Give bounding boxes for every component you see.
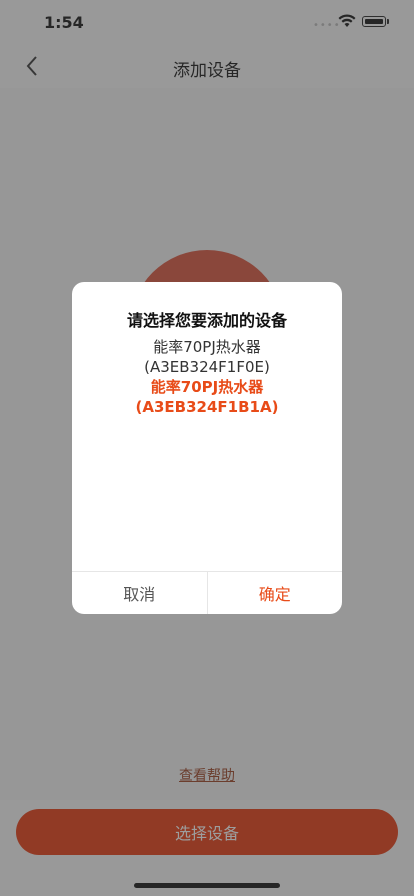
device-id: (A3EB324F1B1A) (135, 398, 279, 416)
confirm-button[interactable]: 确定 (208, 572, 343, 614)
device-name: 能率70PJ热水器 (150, 378, 264, 396)
device-id: (A3EB324F1F0E) (144, 358, 270, 376)
device-option[interactable]: 能率70PJ热水器 (A3EB324F1F0E) (72, 337, 342, 377)
device-select-dialog: 请选择您要添加的设备 能率70PJ热水器 (A3EB324F1F0E) 能率70… (72, 282, 342, 614)
dialog-title: 请选择您要添加的设备 (126, 311, 287, 330)
device-list: 能率70PJ热水器 (A3EB324F1F0E) 能率70PJ热水器 (A3EB… (72, 337, 342, 417)
dialog-button-row: 取消 确定 (72, 572, 342, 614)
device-option-selected[interactable]: 能率70PJ热水器 (A3EB324F1B1A) (72, 377, 342, 417)
device-name: 能率70PJ热水器 (153, 338, 261, 356)
cancel-button[interactable]: 取消 (72, 572, 208, 614)
